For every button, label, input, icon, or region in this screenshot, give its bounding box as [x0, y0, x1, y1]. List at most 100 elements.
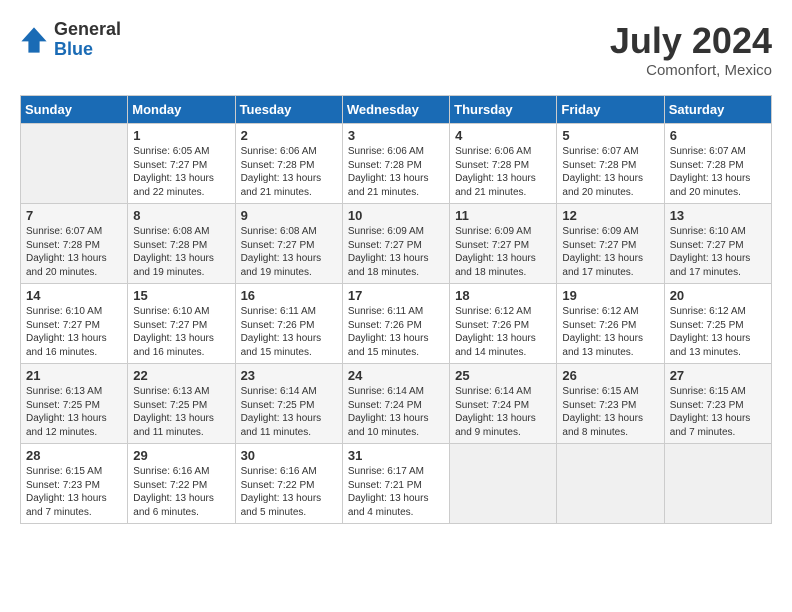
weekday-header-row: SundayMondayTuesdayWednesdayThursdayFrid…	[21, 96, 772, 124]
day-number: 4	[455, 128, 551, 143]
title-block: July 2024 Comonfort, Mexico	[610, 20, 772, 79]
calendar-cell: 22Sunrise: 6:13 AMSunset: 7:25 PMDayligh…	[128, 364, 235, 444]
weekday-header-wednesday: Wednesday	[342, 96, 449, 124]
calendar-cell	[557, 444, 664, 524]
weekday-header-saturday: Saturday	[664, 96, 771, 124]
cell-info: Sunrise: 6:10 AMSunset: 7:27 PMDaylight:…	[670, 225, 766, 279]
day-number: 6	[670, 128, 766, 143]
calendar-cell: 19 Sunrise: 6:12 AMSunset: 7:26 PMDayligh…	[557, 284, 664, 364]
calendar-cell: 10 Sunrise: 6:09 AMSunset: 7:27 PMDayligh…	[342, 204, 449, 284]
day-number: 30	[241, 448, 337, 463]
calendar-cell	[21, 124, 128, 204]
cell-info: Sunrise: 6:16 AMSunset: 7:22 PMDaylight:…	[133, 465, 229, 519]
cell-info: Sunrise: 6:15 AMSunset: 7:23 PMDaylight:…	[562, 385, 658, 439]
cell-info: Sunrise: 6:08 AMSunset: 7:27 PMDaylight:…	[241, 225, 337, 279]
cell-info: Sunrise: 6:14 AMSunset: 7:24 PMDaylight:…	[348, 385, 444, 439]
day-number: 14	[26, 288, 122, 303]
calendar-cell: 7Sunrise: 6:07 AMSunset: 7:28 PMDaylight…	[21, 204, 128, 284]
weekday-header-monday: Monday	[128, 96, 235, 124]
cell-info: Sunrise: 6:13 AMSunset: 7:25 PMDaylight:…	[133, 385, 229, 439]
cell-info: Sunrise: 6:06 AMSunset: 7:28 PMDaylight:…	[348, 145, 444, 199]
cell-info: Sunrise: 6:09 AMSunset: 7:27 PMDaylight:…	[348, 225, 444, 279]
location: Comonfort, Mexico	[610, 62, 772, 79]
calendar-row: 21 Sunrise: 6:13 AMSunset: 7:25 PMDayligh…	[21, 364, 772, 444]
calendar-cell: 14 Sunrise: 6:10 AMSunset: 7:27 PMDayligh…	[21, 284, 128, 364]
weekday-header-tuesday: Tuesday	[235, 96, 342, 124]
calendar-cell: 3Sunrise: 6:06 AMSunset: 7:28 PMDaylight…	[342, 124, 449, 204]
calendar-cell: 4 Sunrise: 6:06 AMSunset: 7:28 PMDaylight…	[450, 124, 557, 204]
calendar-cell: 27Sunrise: 6:15 AMSunset: 7:23 PMDayligh…	[664, 364, 771, 444]
calendar-cell: 24 Sunrise: 6:14 AMSunset: 7:24 PMDayligh…	[342, 364, 449, 444]
day-number: 10	[348, 208, 444, 223]
cell-info: Sunrise: 6:09 AMSunset: 7:27 PMDaylight:…	[562, 225, 658, 279]
day-number: 23	[241, 368, 337, 383]
cell-info: Sunrise: 6:05 AMSunset: 7:27 PMDaylight:…	[133, 145, 229, 199]
cell-info: Sunrise: 6:10 AMSunset: 7:27 PMDaylight:…	[133, 305, 229, 359]
month-title: July 2024	[610, 20, 772, 62]
logo-general-text: General	[54, 20, 121, 40]
cell-info: Sunrise: 6:09 AMSunset: 7:27 PMDaylight:…	[455, 225, 551, 279]
cell-info: Sunrise: 6:11 AMSunset: 7:26 PMDaylight:…	[348, 305, 444, 359]
calendar-row: 28 Sunrise: 6:15 AMSunset: 7:23 PMDayligh…	[21, 444, 772, 524]
calendar-cell: 9 Sunrise: 6:08 AMSunset: 7:27 PMDaylight…	[235, 204, 342, 284]
calendar-cell: 6 Sunrise: 6:07 AMSunset: 7:28 PMDaylight…	[664, 124, 771, 204]
calendar-cell: 8 Sunrise: 6:08 AMSunset: 7:28 PMDaylight…	[128, 204, 235, 284]
calendar-cell: 20Sunrise: 6:12 AMSunset: 7:25 PMDayligh…	[664, 284, 771, 364]
logo-icon	[20, 26, 48, 54]
cell-info: Sunrise: 6:08 AMSunset: 7:28 PMDaylight:…	[133, 225, 229, 279]
day-number: 20	[670, 288, 766, 303]
cell-info: Sunrise: 6:15 AMSunset: 7:23 PMDaylight:…	[26, 465, 122, 519]
calendar-cell: 1 Sunrise: 6:05 AMSunset: 7:27 PMDaylight…	[128, 124, 235, 204]
day-number: 31	[348, 448, 444, 463]
weekday-header-friday: Friday	[557, 96, 664, 124]
day-number: 7	[26, 208, 122, 223]
calendar-cell: 21 Sunrise: 6:13 AMSunset: 7:25 PMDayligh…	[21, 364, 128, 444]
day-number: 18	[455, 288, 551, 303]
cell-info: Sunrise: 6:14 AMSunset: 7:25 PMDaylight:…	[241, 385, 337, 439]
calendar-cell: 30Sunrise: 6:16 AMSunset: 7:22 PMDayligh…	[235, 444, 342, 524]
logo: General Blue	[20, 20, 121, 60]
day-number: 19	[562, 288, 658, 303]
calendar-cell: 5 Sunrise: 6:07 AMSunset: 7:28 PMDaylight…	[557, 124, 664, 204]
calendar-cell: 26Sunrise: 6:15 AMSunset: 7:23 PMDayligh…	[557, 364, 664, 444]
day-number: 29	[133, 448, 229, 463]
weekday-header-thursday: Thursday	[450, 96, 557, 124]
calendar-cell: 2Sunrise: 6:06 AMSunset: 7:28 PMDaylight…	[235, 124, 342, 204]
day-number: 9	[241, 208, 337, 223]
day-number: 5	[562, 128, 658, 143]
day-number: 8	[133, 208, 229, 223]
cell-info: Sunrise: 6:12 AMSunset: 7:26 PMDaylight:…	[562, 305, 658, 359]
day-number: 16	[241, 288, 337, 303]
cell-info: Sunrise: 6:10 AMSunset: 7:27 PMDaylight:…	[26, 305, 122, 359]
cell-info: Sunrise: 6:15 AMSunset: 7:23 PMDaylight:…	[670, 385, 766, 439]
cell-info: Sunrise: 6:07 AMSunset: 7:28 PMDaylight:…	[670, 145, 766, 199]
day-number: 28	[26, 448, 122, 463]
cell-info: Sunrise: 6:17 AMSunset: 7:21 PMDaylight:…	[348, 465, 444, 519]
weekday-header-sunday: Sunday	[21, 96, 128, 124]
day-number: 12	[562, 208, 658, 223]
logo-blue-text: Blue	[54, 40, 121, 60]
calendar-cell: 18Sunrise: 6:12 AMSunset: 7:26 PMDayligh…	[450, 284, 557, 364]
calendar-cell: 31 Sunrise: 6:17 AMSunset: 7:21 PMDayligh…	[342, 444, 449, 524]
day-number: 25	[455, 368, 551, 383]
cell-info: Sunrise: 6:06 AMSunset: 7:28 PMDaylight:…	[455, 145, 551, 199]
cell-info: Sunrise: 6:06 AMSunset: 7:28 PMDaylight:…	[241, 145, 337, 199]
calendar-cell	[450, 444, 557, 524]
day-number: 21	[26, 368, 122, 383]
calendar-cell: 28 Sunrise: 6:15 AMSunset: 7:23 PMDayligh…	[21, 444, 128, 524]
day-number: 1	[133, 128, 229, 143]
day-number: 24	[348, 368, 444, 383]
cell-info: Sunrise: 6:07 AMSunset: 7:28 PMDaylight:…	[562, 145, 658, 199]
calendar-cell: 29 Sunrise: 6:16 AMSunset: 7:22 PMDayligh…	[128, 444, 235, 524]
calendar-cell: 13 Sunrise: 6:10 AMSunset: 7:27 PMDayligh…	[664, 204, 771, 284]
cell-info: Sunrise: 6:11 AMSunset: 7:26 PMDaylight:…	[241, 305, 337, 359]
page-header: General Blue July 2024 Comonfort, Mexico	[20, 20, 772, 79]
day-number: 13	[670, 208, 766, 223]
calendar-cell: 25 Sunrise: 6:14 AMSunset: 7:24 PMDayligh…	[450, 364, 557, 444]
calendar-table: SundayMondayTuesdayWednesdayThursdayFrid…	[20, 95, 772, 524]
day-number: 15	[133, 288, 229, 303]
calendar-cell: 16 Sunrise: 6:11 AMSunset: 7:26 PMDayligh…	[235, 284, 342, 364]
cell-info: Sunrise: 6:13 AMSunset: 7:25 PMDaylight:…	[26, 385, 122, 439]
calendar-cell: 12 Sunrise: 6:09 AMSunset: 7:27 PMDayligh…	[557, 204, 664, 284]
cell-info: Sunrise: 6:14 AMSunset: 7:24 PMDaylight:…	[455, 385, 551, 439]
